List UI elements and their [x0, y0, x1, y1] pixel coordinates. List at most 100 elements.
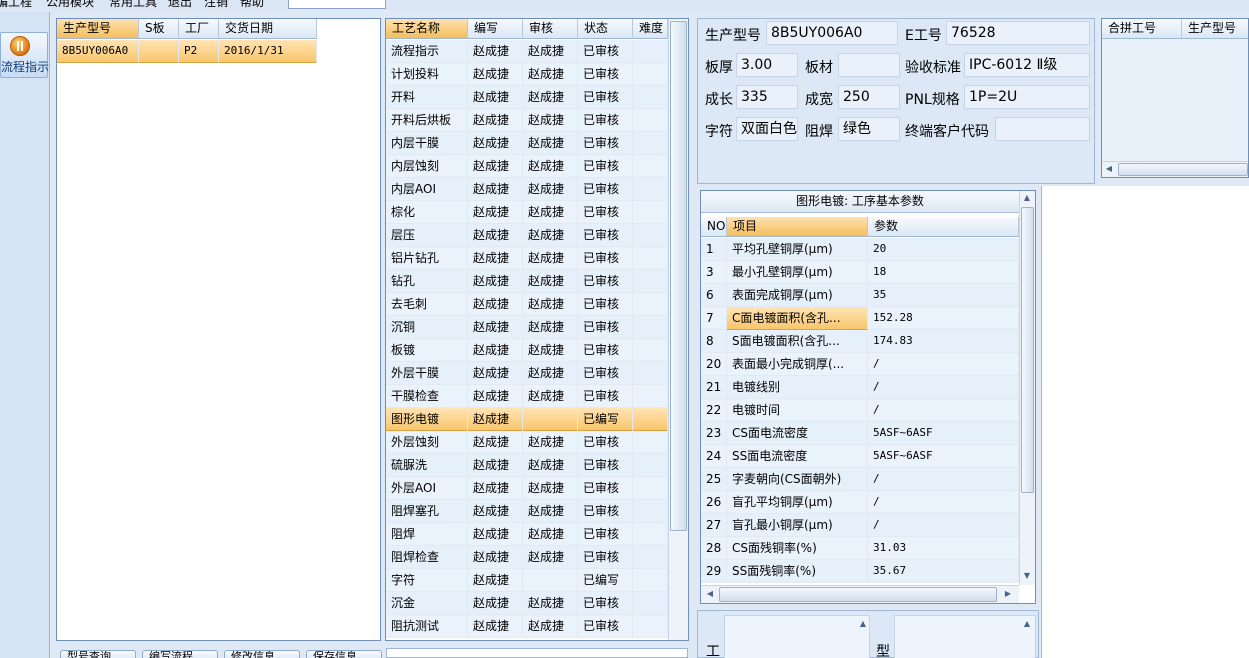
- standard-field[interactable]: IPC-6012 Ⅱ级: [964, 53, 1090, 77]
- table-row[interactable]: 26 盲孔平均铜厚(μm) /: [701, 491, 1019, 514]
- table-row[interactable]: 外层干膜 赵成捷 赵成捷 已审核: [386, 362, 668, 385]
- table-row[interactable]: 沉铜 赵成捷 赵成捷 已审核: [386, 316, 668, 339]
- table-row[interactable]: 板镀 赵成捷 赵成捷 已审核: [386, 339, 668, 362]
- merge-scroll-thumb[interactable]: [1118, 163, 1248, 176]
- column-header-writer[interactable]: 编写: [468, 19, 523, 39]
- column-header-no[interactable]: NO: [701, 217, 727, 237]
- process-vertical-scrollbar[interactable]: [668, 19, 688, 640]
- table-row[interactable]: 内层蚀刻 赵成捷 赵成捷 已审核: [386, 155, 668, 178]
- column-header-merge-model[interactable]: 生产型号: [1182, 19, 1248, 39]
- scroll-left-icon[interactable]: ◀: [703, 589, 717, 598]
- table-row[interactable]: 21 电镀线别 /: [701, 376, 1019, 399]
- edit-info-button[interactable]: 修改信息: [224, 650, 300, 658]
- flow-instruction-button[interactable]: 流程指示: [0, 32, 49, 78]
- table-row[interactable]: 8B5UY006A0 P2 2016/1/31: [57, 40, 317, 63]
- merge-grid[interactable]: 合拼工号 生产型号 ◀: [1101, 18, 1249, 178]
- model-field[interactable]: 8B5UY006A0: [766, 21, 898, 45]
- parameter-hscroll-thumb[interactable]: [719, 587, 997, 602]
- menu-item-exit[interactable]: 退出: [168, 0, 192, 10]
- table-row[interactable]: 20 表面最小完成铜厚(... /: [701, 353, 1019, 376]
- parameter-vertical-scrollbar[interactable]: ▲ ▼: [1019, 191, 1035, 585]
- table-row[interactable]: 22 电镀时间 /: [701, 399, 1019, 422]
- table-row[interactable]: 钻孔 赵成捷 赵成捷 已审核: [386, 270, 668, 293]
- thickness-field[interactable]: 3.00: [736, 53, 798, 77]
- process-scroll-thumb[interactable]: [670, 21, 687, 531]
- table-row[interactable]: 沉金 赵成捷 赵成捷 已审核: [386, 592, 668, 615]
- table-row[interactable]: 28 CS面残铜率(%) 31.03: [701, 537, 1019, 560]
- write-flow-button[interactable]: 编写流程: [142, 650, 218, 658]
- table-row[interactable]: 内层干膜 赵成捷 赵成捷 已审核: [386, 132, 668, 155]
- menu-item-project[interactable]: 编工程: [0, 0, 32, 10]
- process-grid[interactable]: 工艺名称 编写 审核 状态 难度 流程指示 赵成捷 赵成捷 已审核 计划投料 赵成捷 赵成捷…: [385, 18, 689, 641]
- solder-mask-field[interactable]: 绿色: [838, 117, 900, 141]
- model-query-button[interactable]: 型号查询: [60, 650, 136, 658]
- table-row[interactable]: 阻抗测试 赵成捷 赵成捷 已审核: [386, 615, 668, 638]
- customer-code-field[interactable]: [995, 117, 1090, 141]
- table-row[interactable]: 字符 赵成捷 已编写: [386, 569, 668, 592]
- table-row[interactable]: 内层AOI 赵成捷 赵成捷 已审核: [386, 178, 668, 201]
- scroll-down-icon[interactable]: ▼: [1020, 571, 1034, 580]
- menu-item-logout[interactable]: 注销: [204, 0, 228, 10]
- column-header-item[interactable]: 项目: [727, 217, 868, 237]
- table-row[interactable]: 开料后烘板 赵成捷 赵成捷 已审核: [386, 109, 668, 132]
- width-field[interactable]: 250: [838, 85, 900, 109]
- column-header-factory[interactable]: 工厂: [179, 19, 219, 39]
- bottom-left-list[interactable]: [724, 615, 870, 658]
- table-row[interactable]: 层压 赵成捷 赵成捷 已审核: [386, 224, 668, 247]
- scroll-up-icon[interactable]: ▲: [1020, 193, 1034, 202]
- table-row[interactable]: 阻焊 赵成捷 赵成捷 已审核: [386, 523, 668, 546]
- table-row[interactable]: 开料 赵成捷 赵成捷 已审核: [386, 86, 668, 109]
- table-row[interactable]: 8 S面电镀面积(含孔... 174.83: [701, 330, 1019, 353]
- column-header-reviewer[interactable]: 审核: [523, 19, 578, 39]
- table-row[interactable]: 硫脲洗 赵成捷 赵成捷 已审核: [386, 454, 668, 477]
- material-field[interactable]: [838, 53, 900, 77]
- menu-combo-box[interactable]: [288, 0, 386, 9]
- table-row[interactable]: 干膜检查 赵成捷 赵成捷 已审核: [386, 385, 668, 408]
- parameter-scroll-thumb[interactable]: [1021, 207, 1034, 493]
- scroll-up-icon[interactable]: ▲: [856, 619, 870, 628]
- scroll-right-icon[interactable]: ▶: [1001, 589, 1015, 598]
- table-row[interactable]: 阻焊塞孔 赵成捷 赵成捷 已审核: [386, 500, 668, 523]
- table-row[interactable]: 6 表面完成铜厚(μm) 35: [701, 284, 1019, 307]
- table-row[interactable]: 阻焊检查 赵成捷 赵成捷 已审核: [386, 546, 668, 569]
- save-info-button[interactable]: 保存信息: [306, 650, 382, 658]
- scroll-up-icon[interactable]: ▲: [1020, 619, 1034, 628]
- menu-item-tools[interactable]: 常用工具: [109, 0, 157, 10]
- character-field[interactable]: 双面白色: [736, 117, 798, 141]
- scroll-left-icon[interactable]: ◀: [1102, 164, 1116, 173]
- parameter-grid[interactable]: 图形电镀: 工序基本参数 NO 项目 参数 1 平均孔壁铜厚(μm) 20 3 最小孔壁…: [700, 190, 1036, 604]
- bottom-right-list[interactable]: [894, 615, 1036, 658]
- table-row[interactable]: 25 字麦朝向(CS面朝外) /: [701, 468, 1019, 491]
- table-row[interactable]: 3 最小孔壁铜厚(μm) 18: [701, 261, 1019, 284]
- table-row[interactable]: 29 SS面残铜率(%) 35.67: [701, 560, 1019, 583]
- table-row[interactable]: 棕化 赵成捷 赵成捷 已审核: [386, 201, 668, 224]
- e-no-field[interactable]: 76528: [946, 21, 1090, 45]
- column-header-process-name[interactable]: 工艺名称: [386, 19, 468, 39]
- table-row[interactable]: 1 平均孔壁铜厚(μm) 20: [701, 238, 1019, 261]
- table-row[interactable]: 去毛刺 赵成捷 赵成捷 已审核: [386, 293, 668, 316]
- length-field[interactable]: 335: [736, 85, 798, 109]
- column-header-difficulty[interactable]: 难度: [633, 19, 668, 39]
- menu-item-public-module[interactable]: 公用模块: [46, 0, 94, 10]
- table-row[interactable]: 铝片钻孔 赵成捷 赵成捷 已审核: [386, 247, 668, 270]
- table-row[interactable]: 计划投料 赵成捷 赵成捷 已审核: [386, 63, 668, 86]
- column-header-s-board[interactable]: S板: [139, 19, 179, 39]
- table-row[interactable]: 24 SS面电流密度 5ASF~6ASF: [701, 445, 1019, 468]
- table-row[interactable]: 7 C面电镀面积(含孔... 152.28: [701, 307, 1019, 330]
- menu-item-help[interactable]: 帮助: [240, 0, 264, 10]
- merge-horizontal-scrollbar[interactable]: ◀: [1102, 161, 1248, 177]
- column-header-param[interactable]: 参数: [868, 217, 1019, 237]
- table-row[interactable]: 27 盲孔最小铜厚(μm) /: [701, 514, 1019, 537]
- table-row[interactable]: 外层蚀刻 赵成捷 赵成捷 已审核: [386, 431, 668, 454]
- order-grid[interactable]: 生产型号 S板 工厂 交货日期 8B5UY006A0 P2 2016/1/31: [56, 18, 381, 641]
- column-header-model[interactable]: 生产型号: [57, 19, 139, 39]
- column-header-merge-no[interactable]: 合拼工号: [1102, 19, 1182, 39]
- table-row[interactable]: 23 CS面电流密度 5ASF~6ASF: [701, 422, 1019, 445]
- parameter-horizontal-scrollbar[interactable]: ◀ ▶: [701, 585, 1019, 603]
- status-field[interactable]: [386, 648, 688, 658]
- column-header-delivery-date[interactable]: 交货日期: [219, 19, 317, 39]
- table-row[interactable]: 外层AOI 赵成捷 赵成捷 已审核: [386, 477, 668, 500]
- column-header-status[interactable]: 状态: [578, 19, 633, 39]
- table-row[interactable]: 图形电镀 赵成捷 已编写: [386, 408, 668, 431]
- pnl-field[interactable]: 1P=2U: [964, 85, 1090, 109]
